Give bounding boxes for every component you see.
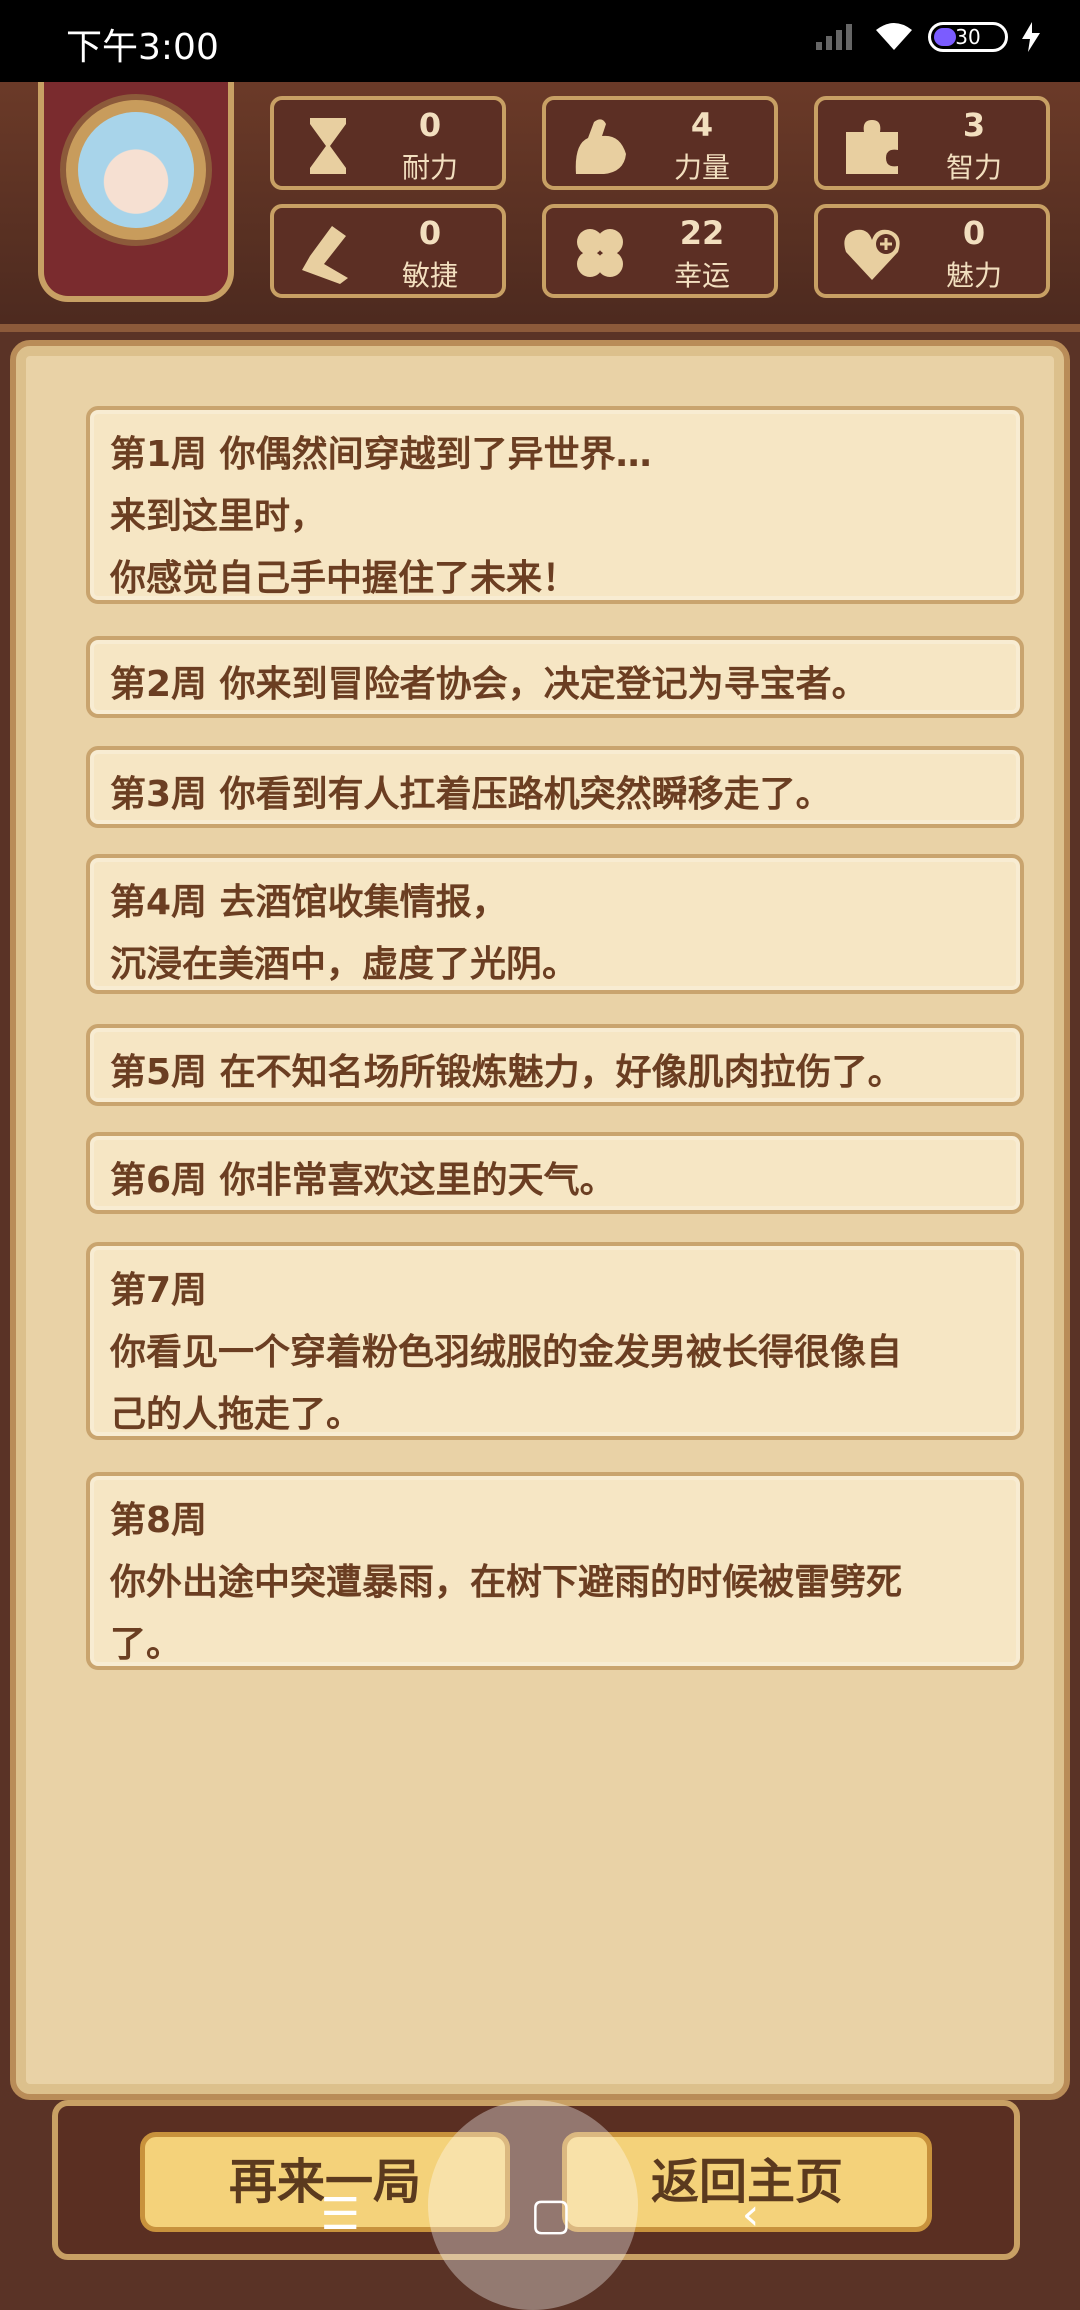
system-nav-bar: ☰ ▢ ‹ [0, 2100, 1080, 2310]
stat-agility: 0 敏捷 [270, 204, 506, 298]
stat-charm: 0 魅力 [814, 204, 1050, 298]
signal-icon [816, 24, 852, 50]
event-week-5: 第5周 在不知名场所锻炼魅力，好像肌肉拉伤了。 [86, 1024, 1024, 1106]
stat-luck: 22 幸运 [542, 204, 778, 298]
stat-intelligence: 3 智力 [814, 96, 1050, 190]
muscle-arm-icon [575, 119, 626, 174]
avatar-frame [38, 82, 234, 302]
event-week-4: 第4周 去酒馆收集情报， 沉浸在美酒中，虚度了光阴。 [86, 854, 1024, 994]
stat-stamina: 0 耐力 [270, 96, 506, 190]
battery-icon: 30 [928, 22, 1008, 52]
nav-menu-icon[interactable]: ☰ [321, 2189, 360, 2240]
status-icons: 30 [814, 22, 1040, 52]
avatar[interactable] [60, 94, 212, 246]
event-week-8: 第8周 你外出途中突遭暴雨，在树下避雨的时候被雷劈死 了。 [86, 1472, 1024, 1670]
event-week-1: 第1周 你偶然间穿越到了异世界… 来到这里时， 你感觉自己手中握住了未来！ [86, 406, 1024, 604]
event-week-7: 第7周 你看见一个穿着粉色羽绒服的金发男被长得很像自 己的人拖走了。 [86, 1242, 1024, 1440]
nav-back-icon[interactable]: ‹ [742, 2189, 760, 2240]
clock: 下午3:00 [66, 27, 219, 68]
event-week-6: 第6周 你非常喜欢这里的天气。 [86, 1132, 1024, 1214]
puzzle-icon [846, 120, 898, 174]
boot-icon [302, 226, 348, 284]
nav-home-icon[interactable]: ▢ [530, 2189, 572, 2240]
charging-icon [1022, 22, 1040, 52]
event-log-panel: 第1周 你偶然间穿越到了异世界… 来到这里时， 你感觉自己手中握住了未来！ 第2周 … [10, 340, 1070, 2100]
hourglass-icon [310, 118, 346, 174]
heart-plus-icon [844, 229, 900, 280]
character-header: 0 耐力 4 力量 3 智力 0 敏捷 22 幸运 0 魅力 [0, 82, 1080, 332]
wifi-icon [876, 23, 912, 50]
status-bar: 下午3:00 30 [0, 0, 1080, 82]
clover-icon [577, 229, 623, 277]
character-portrait [78, 112, 194, 228]
stat-strength: 4 力量 [542, 96, 778, 190]
event-week-2: 第2周 你来到冒险者协会，决定登记为寻宝者。 [86, 636, 1024, 718]
event-week-3: 第3周 你看到有人扛着压路机突然瞬移走了。 [86, 746, 1024, 828]
